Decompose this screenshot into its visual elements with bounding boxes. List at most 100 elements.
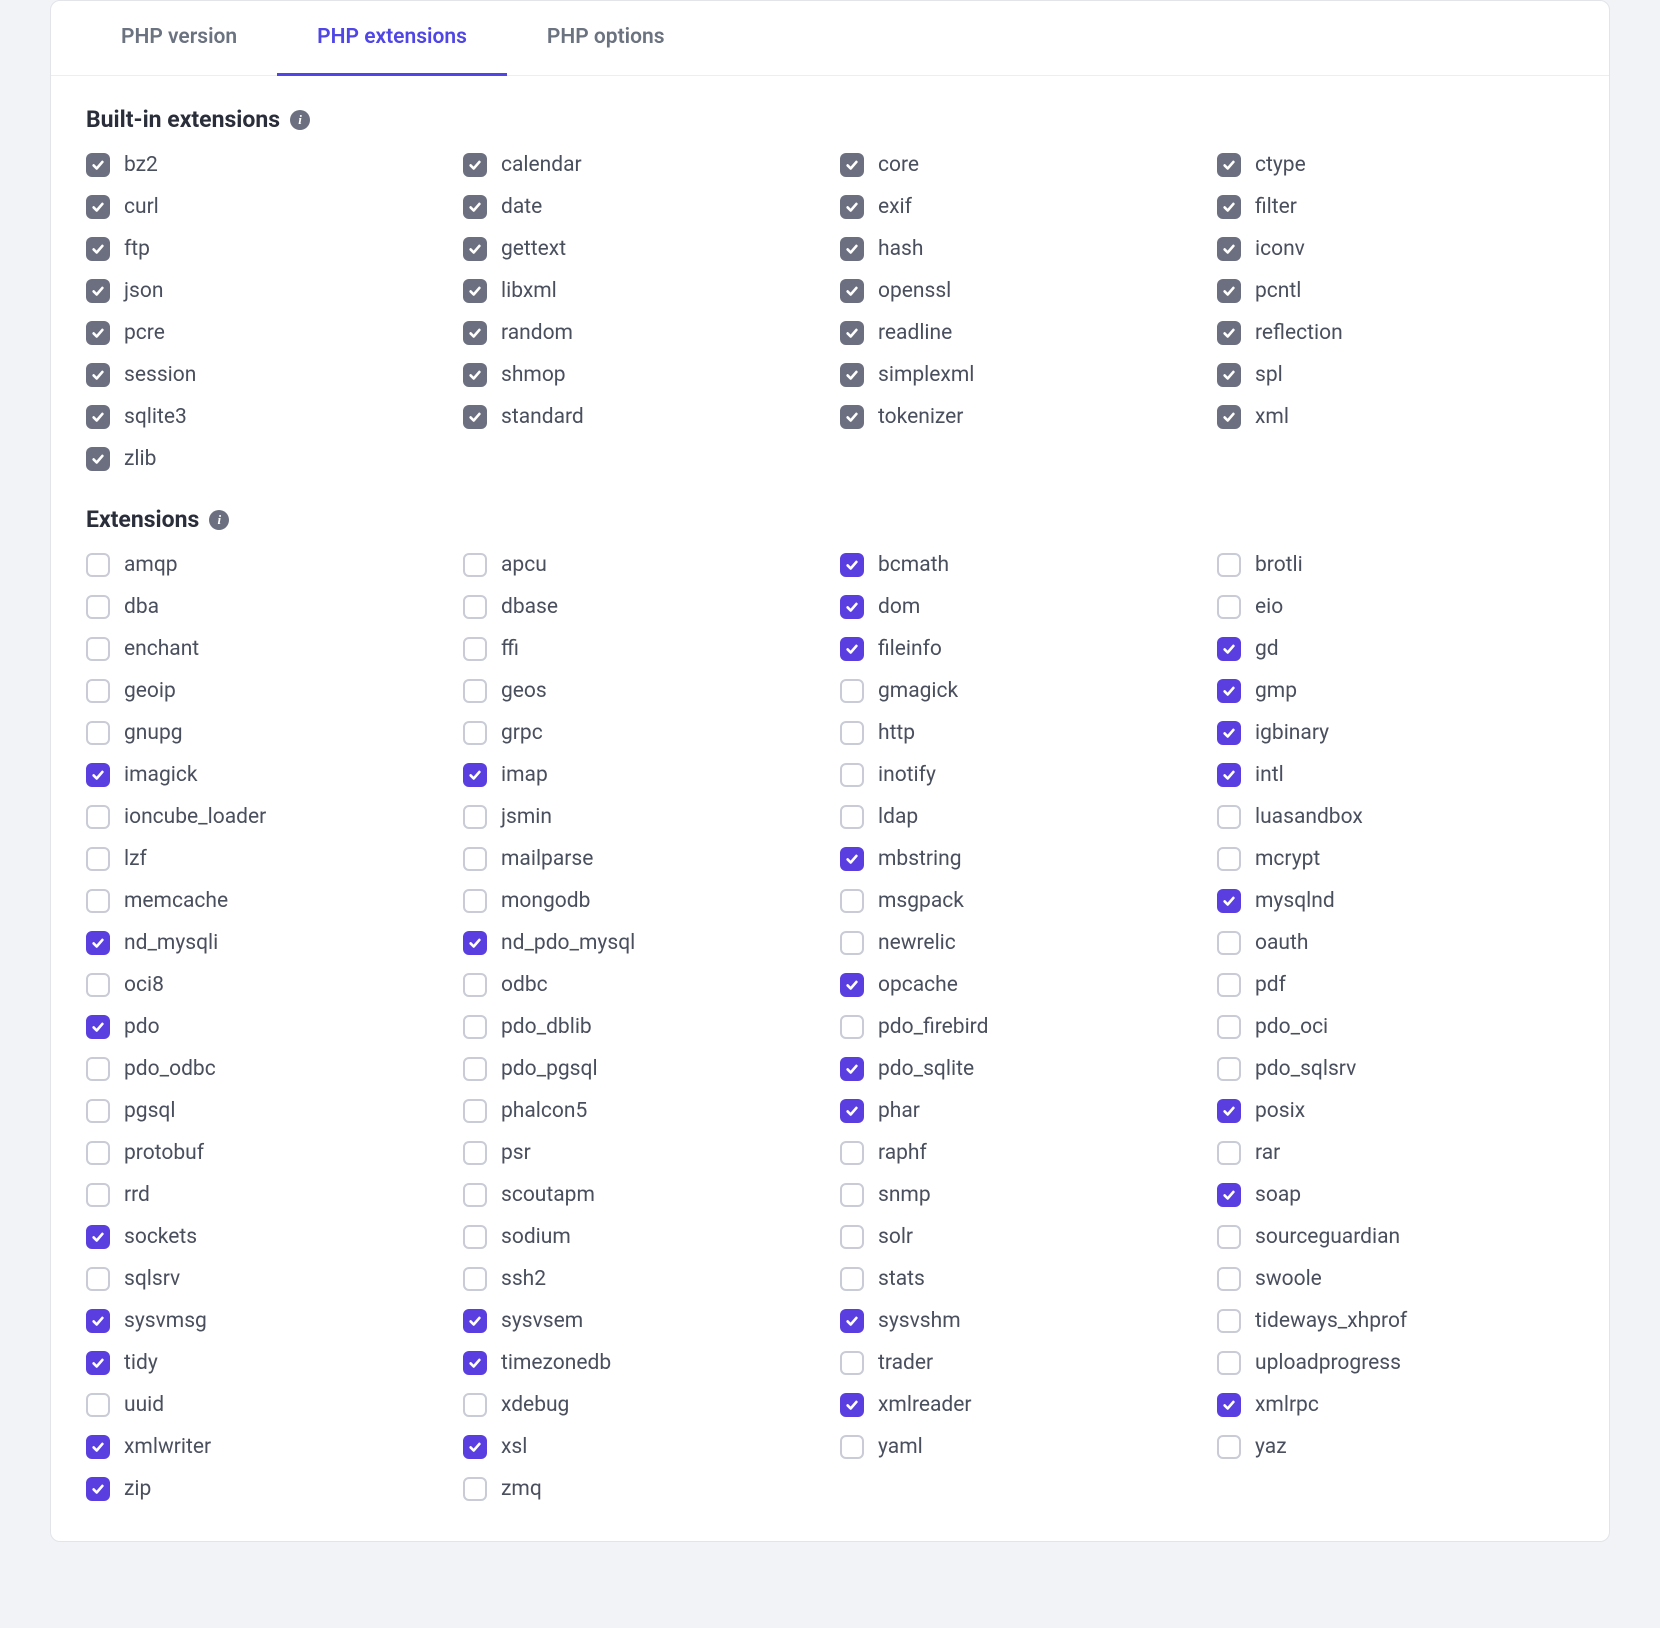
extension-label[interactable]: opcache [878, 973, 958, 997]
checkbox-unchecked-icon[interactable] [86, 1393, 110, 1417]
extension-label[interactable]: odbc [501, 973, 548, 997]
checkbox-checked-icon[interactable] [463, 931, 487, 955]
checkbox-unchecked-icon[interactable] [86, 1099, 110, 1123]
info-icon[interactable]: i [209, 510, 229, 530]
extension-label[interactable]: gd [1255, 637, 1279, 661]
checkbox-unchecked-icon[interactable] [1217, 1141, 1241, 1165]
checkbox-unchecked-icon[interactable] [1217, 553, 1241, 577]
checkbox-checked-icon[interactable] [840, 1099, 864, 1123]
checkbox-unchecked-icon[interactable] [840, 721, 864, 745]
extension-label[interactable]: nd_pdo_mysql [501, 931, 635, 955]
checkbox-unchecked-icon[interactable] [463, 847, 487, 871]
checkbox-unchecked-icon[interactable] [1217, 931, 1241, 955]
checkbox-checked-icon[interactable] [840, 1309, 864, 1333]
extension-label[interactable]: newrelic [878, 931, 956, 955]
checkbox-checked-icon[interactable] [86, 1309, 110, 1333]
extension-label[interactable]: pdo_pgsql [501, 1057, 598, 1081]
checkbox-unchecked-icon[interactable] [840, 1435, 864, 1459]
extension-label[interactable]: timezonedb [501, 1351, 611, 1375]
extension-label[interactable]: mongodb [501, 889, 590, 913]
extension-label[interactable]: rrd [124, 1183, 150, 1207]
checkbox-unchecked-icon[interactable] [86, 721, 110, 745]
tab-php-options[interactable]: PHP options [507, 1, 705, 76]
checkbox-unchecked-icon[interactable] [840, 1183, 864, 1207]
extension-label[interactable]: nd_mysqli [124, 931, 218, 955]
extension-label[interactable]: igbinary [1255, 721, 1329, 745]
checkbox-checked-icon[interactable] [840, 1057, 864, 1081]
extension-label[interactable]: eio [1255, 595, 1283, 619]
extension-label[interactable]: uuid [124, 1393, 164, 1417]
checkbox-unchecked-icon[interactable] [463, 1393, 487, 1417]
checkbox-checked-icon[interactable] [840, 637, 864, 661]
checkbox-unchecked-icon[interactable] [463, 1057, 487, 1081]
extension-label[interactable]: sysvsem [501, 1309, 583, 1333]
extension-label[interactable]: lzf [124, 847, 147, 871]
extension-label[interactable]: oauth [1255, 931, 1308, 955]
extension-label[interactable]: phalcon5 [501, 1099, 587, 1123]
tab-php-version[interactable]: PHP version [81, 1, 277, 76]
checkbox-unchecked-icon[interactable] [86, 1267, 110, 1291]
extension-label[interactable]: luasandbox [1255, 805, 1363, 829]
checkbox-unchecked-icon[interactable] [463, 805, 487, 829]
checkbox-unchecked-icon[interactable] [463, 1099, 487, 1123]
checkbox-unchecked-icon[interactable] [86, 637, 110, 661]
extension-label[interactable]: pdo_firebird [878, 1015, 988, 1039]
extension-label[interactable]: raphf [878, 1141, 927, 1165]
extension-label[interactable]: xmlwriter [124, 1435, 211, 1459]
checkbox-checked-icon[interactable] [1217, 721, 1241, 745]
checkbox-unchecked-icon[interactable] [463, 721, 487, 745]
checkbox-unchecked-icon[interactable] [86, 679, 110, 703]
extension-label[interactable]: solr [878, 1225, 913, 1249]
extension-label[interactable]: grpc [501, 721, 543, 745]
extension-label[interactable]: bcmath [878, 553, 949, 577]
extension-label[interactable]: pdo_oci [1255, 1015, 1328, 1039]
extension-label[interactable]: pdf [1255, 973, 1286, 997]
extension-label[interactable]: sysvmsg [124, 1309, 207, 1333]
checkbox-checked-icon[interactable] [463, 763, 487, 787]
checkbox-unchecked-icon[interactable] [86, 1141, 110, 1165]
checkbox-unchecked-icon[interactable] [463, 1477, 487, 1501]
extension-label[interactable]: mcrypt [1255, 847, 1320, 871]
extension-label[interactable]: pdo_sqlsrv [1255, 1057, 1356, 1081]
extension-label[interactable]: pdo_dblib [501, 1015, 592, 1039]
checkbox-unchecked-icon[interactable] [463, 1267, 487, 1291]
extension-label[interactable]: gnupg [124, 721, 183, 745]
checkbox-checked-icon[interactable] [840, 595, 864, 619]
extension-label[interactable]: amqp [124, 553, 178, 577]
extension-label[interactable]: phar [878, 1099, 920, 1123]
checkbox-unchecked-icon[interactable] [1217, 1267, 1241, 1291]
checkbox-checked-icon[interactable] [86, 763, 110, 787]
checkbox-unchecked-icon[interactable] [840, 1225, 864, 1249]
checkbox-unchecked-icon[interactable] [1217, 1435, 1241, 1459]
checkbox-unchecked-icon[interactable] [86, 1183, 110, 1207]
checkbox-checked-icon[interactable] [86, 1225, 110, 1249]
checkbox-checked-icon[interactable] [86, 1435, 110, 1459]
checkbox-unchecked-icon[interactable] [463, 637, 487, 661]
checkbox-checked-icon[interactable] [1217, 763, 1241, 787]
extension-label[interactable]: tideways_xhprof [1255, 1309, 1407, 1333]
checkbox-unchecked-icon[interactable] [86, 1057, 110, 1081]
checkbox-unchecked-icon[interactable] [1217, 1309, 1241, 1333]
checkbox-unchecked-icon[interactable] [1217, 973, 1241, 997]
extension-label[interactable]: snmp [878, 1183, 931, 1207]
extension-label[interactable]: pdo_sqlite [878, 1057, 974, 1081]
extension-label[interactable]: inotify [878, 763, 936, 787]
checkbox-unchecked-icon[interactable] [1217, 1225, 1241, 1249]
extension-label[interactable]: gmagick [878, 679, 958, 703]
extension-label[interactable]: fileinfo [878, 637, 942, 661]
extension-label[interactable]: memcache [124, 889, 228, 913]
checkbox-unchecked-icon[interactable] [86, 889, 110, 913]
extension-label[interactable]: imap [501, 763, 548, 787]
checkbox-unchecked-icon[interactable] [86, 595, 110, 619]
extension-label[interactable]: mysqlnd [1255, 889, 1335, 913]
checkbox-checked-icon[interactable] [840, 847, 864, 871]
extension-label[interactable]: imagick [124, 763, 197, 787]
extension-label[interactable]: yaml [878, 1435, 923, 1459]
extension-label[interactable]: sockets [124, 1225, 197, 1249]
extension-label[interactable]: ldap [878, 805, 918, 829]
extension-label[interactable]: dom [878, 595, 920, 619]
extension-label[interactable]: trader [878, 1351, 933, 1375]
checkbox-unchecked-icon[interactable] [1217, 847, 1241, 871]
extension-label[interactable]: xmlreader [878, 1393, 972, 1417]
extension-label[interactable]: intl [1255, 763, 1284, 787]
